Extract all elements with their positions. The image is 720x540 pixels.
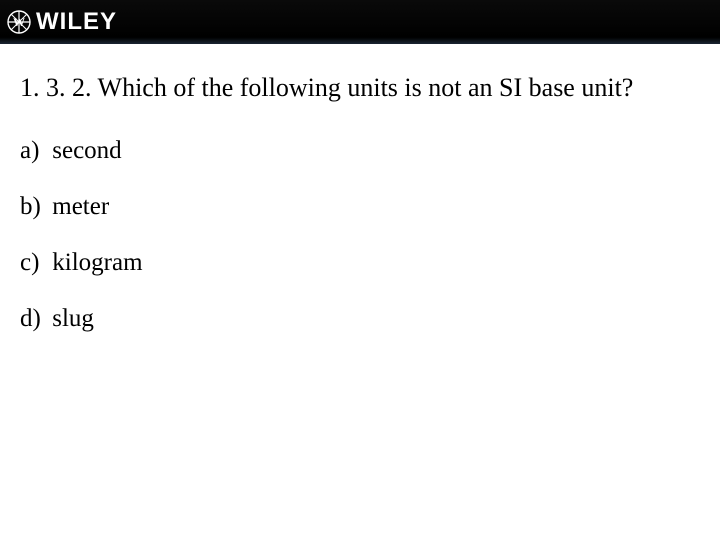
- option-a: a) second: [20, 137, 700, 165]
- option-text: second: [52, 137, 121, 164]
- question-body: Which of the following units is not an S…: [98, 73, 634, 102]
- slide: W WILEY 1. 3. 2. Which of the following …: [0, 0, 720, 540]
- option-c: c) kilogram: [20, 249, 700, 277]
- option-d: d) slug: [20, 305, 700, 333]
- svg-text:W: W: [13, 15, 25, 29]
- option-text: slug: [52, 305, 94, 332]
- options-list: a) second b) meter c) kilogram d) slug: [20, 137, 700, 333]
- brand-logo: W WILEY: [6, 8, 117, 36]
- option-letter: a): [20, 137, 46, 165]
- option-letter: d): [20, 305, 46, 333]
- option-letter: c): [20, 249, 46, 277]
- brand-text: WILEY: [36, 8, 117, 36]
- option-letter: b): [20, 193, 46, 221]
- question-text: 1. 3. 2. Which of the following units is…: [20, 72, 700, 103]
- content-area: 1. 3. 2. Which of the following units is…: [0, 44, 720, 333]
- option-text: meter: [52, 193, 109, 220]
- header-bar: W WILEY: [0, 0, 720, 44]
- wiley-logo-icon: W: [6, 9, 32, 35]
- option-text: kilogram: [52, 249, 142, 276]
- option-b: b) meter: [20, 193, 700, 221]
- question-number: 1. 3. 2.: [20, 73, 92, 102]
